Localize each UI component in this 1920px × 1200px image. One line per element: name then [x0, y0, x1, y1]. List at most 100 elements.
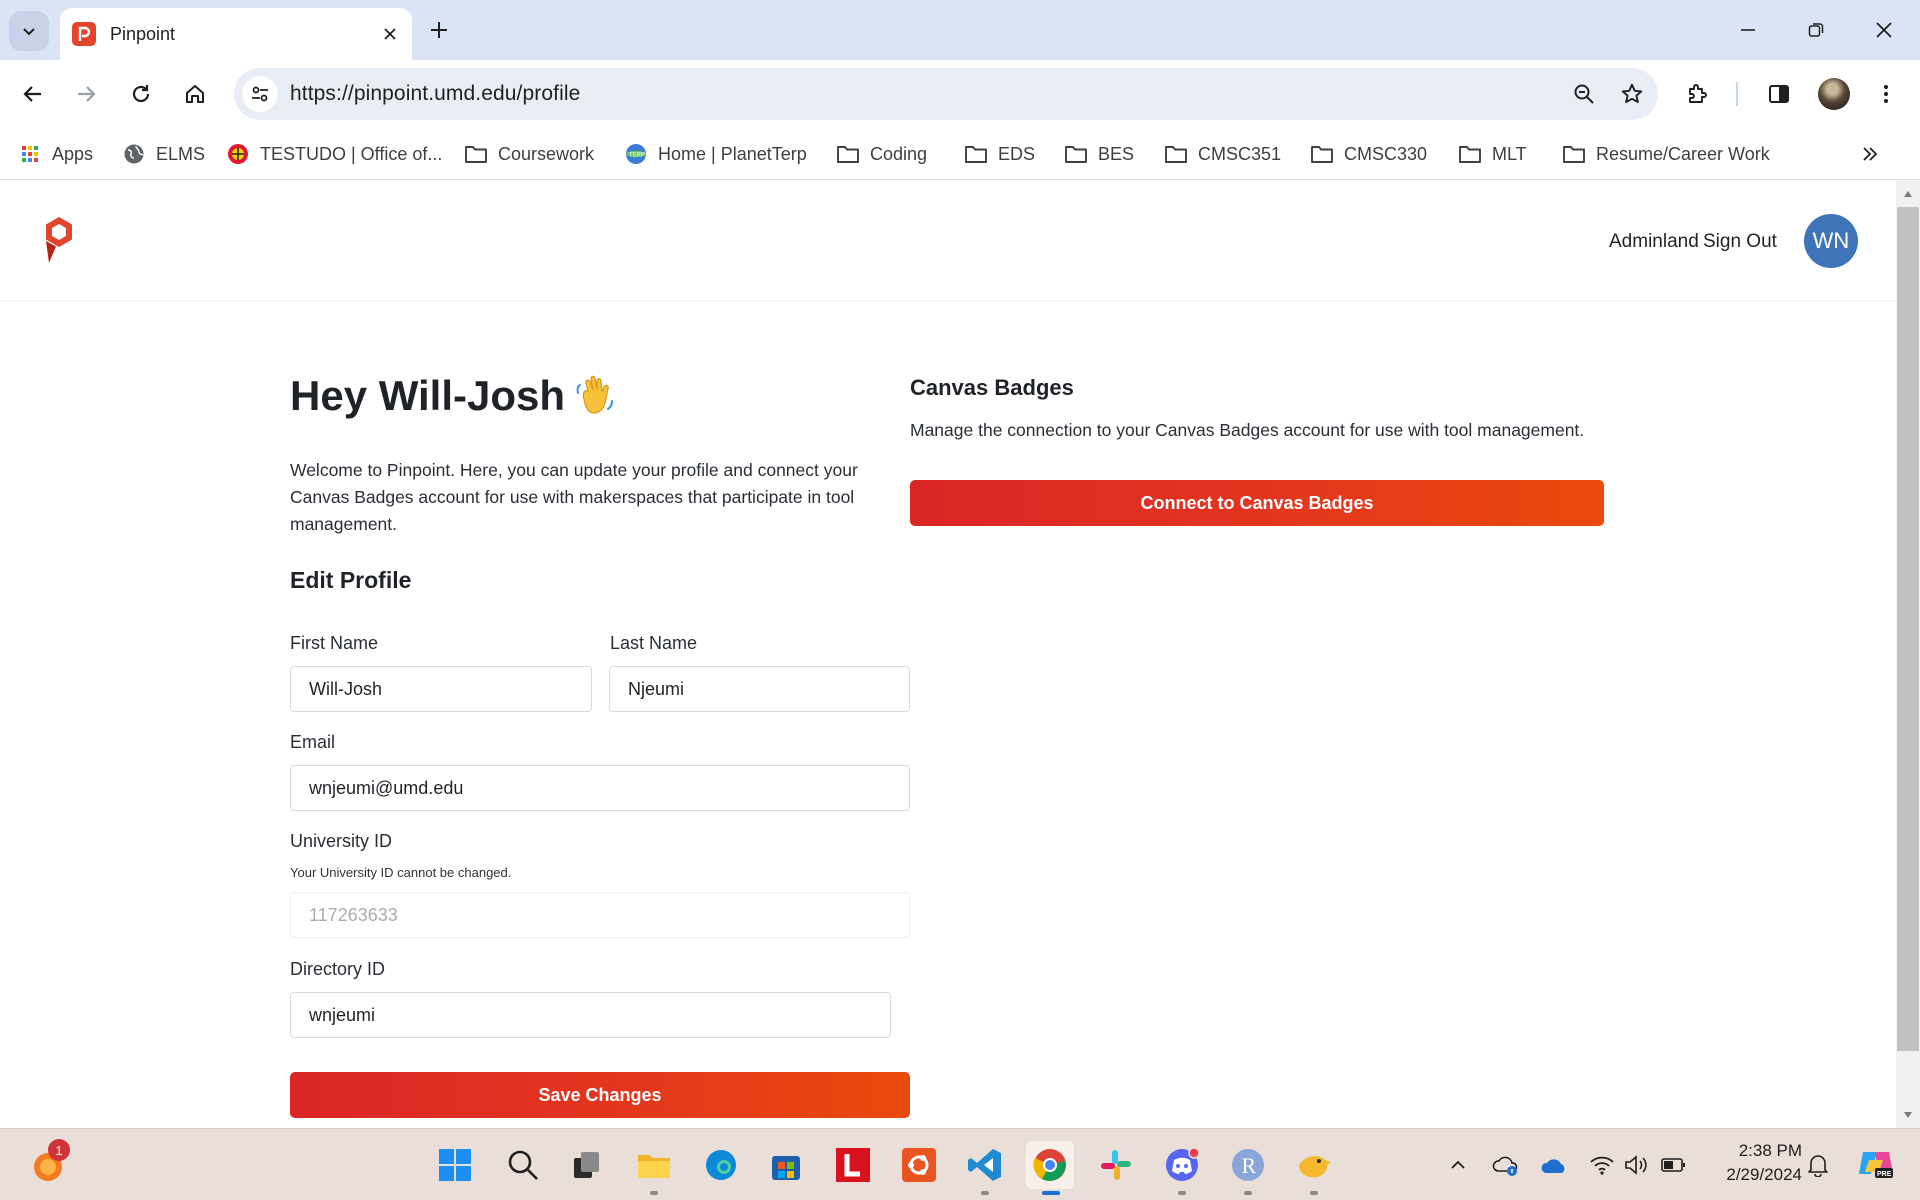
tab-close-button[interactable]: [374, 18, 406, 50]
scroll-up-arrow[interactable]: [1896, 184, 1920, 204]
show-hidden-icons-button[interactable]: [1444, 1151, 1472, 1179]
bookmark-label: Resume/Career Work: [1596, 143, 1770, 164]
task-view-icon: [574, 1152, 599, 1178]
reload-button[interactable]: [121, 74, 161, 114]
triangle-up-icon: [1904, 191, 1912, 197]
clock-time: 2:38 PM: [1738, 1141, 1802, 1160]
save-changes-button[interactable]: Save Changes: [290, 1072, 910, 1118]
bookmark-cmsc351[interactable]: CMSC351: [1164, 138, 1281, 170]
more-vert-icon: [1884, 85, 1888, 103]
directory-id-value: wnjeumi: [309, 1004, 376, 1025]
bookmark-mlt[interactable]: MLT: [1458, 138, 1527, 170]
bookmark-cmsc330[interactable]: CMSC330: [1310, 138, 1427, 170]
bookmark-star-button[interactable]: [1614, 76, 1650, 112]
start-button[interactable]: [431, 1141, 479, 1189]
browser-menu-button[interactable]: [1866, 74, 1906, 114]
r-app-button[interactable]: R: [1224, 1141, 1272, 1195]
first-name-input[interactable]: Will-Josh: [290, 666, 592, 712]
bookmark-coding[interactable]: Coding: [836, 138, 927, 170]
pinpoint-logo-icon[interactable]: [42, 215, 76, 265]
l-app-button[interactable]: [829, 1141, 877, 1189]
l-app-icon: [836, 1148, 870, 1182]
directory-id-input[interactable]: wnjeumi: [290, 992, 891, 1038]
bookmark-home-planetterp[interactable]: TERP Home | PlanetTerp: [624, 138, 807, 170]
planetterp-icon: TERP: [624, 142, 648, 166]
ubuntu-icon: [902, 1148, 936, 1182]
adminland-link[interactable]: Adminland: [1609, 231, 1699, 253]
wifi-button[interactable]: [1588, 1151, 1616, 1179]
window-close-button[interactable]: [1854, 6, 1914, 54]
search-button[interactable]: [499, 1141, 547, 1189]
running-indicator: [1310, 1191, 1318, 1195]
onedrive-info-button[interactable]: [1492, 1151, 1520, 1179]
bookmark-apps[interactable]: Apps: [18, 138, 93, 170]
onedrive-button[interactable]: [1540, 1151, 1568, 1179]
bookmark-resume-career-work[interactable]: Resume/Career Work: [1562, 138, 1770, 170]
connect-canvas-badges-button[interactable]: Connect to Canvas Badges: [910, 480, 1604, 526]
zoom-button[interactable]: [1566, 76, 1602, 112]
duck-icon: [1299, 1156, 1331, 1178]
slack-button[interactable]: [1092, 1141, 1140, 1189]
running-indicator: [650, 1191, 658, 1195]
page-viewport: Adminland Sign Out WN Hey Will-Josh Welc…: [0, 181, 1896, 1128]
vscode-button[interactable]: [961, 1141, 1009, 1195]
scrollbar-thumb[interactable]: [1897, 207, 1919, 1051]
close-icon: [384, 28, 396, 40]
page-scrollbar[interactable]: [1896, 181, 1920, 1128]
site-info-button[interactable]: [242, 76, 278, 112]
home-button[interactable]: [175, 74, 215, 114]
active-indicator: [1042, 1191, 1060, 1195]
bookmark-label: CMSC330: [1344, 143, 1428, 164]
bookmarks-overflow-button[interactable]: [1854, 138, 1886, 170]
bookmark-eds[interactable]: EDS: [964, 138, 1035, 170]
chrome-icon: [1033, 1149, 1066, 1181]
chrome-button[interactable]: [1026, 1141, 1074, 1195]
bookmark-bes[interactable]: BES: [1064, 138, 1134, 170]
user-avatar[interactable]: WN: [1804, 214, 1858, 268]
running-indicator: [1244, 1191, 1252, 1195]
email-value: wnjeumi@umd.edu: [309, 777, 464, 798]
wifi-icon: [1590, 1156, 1614, 1175]
side-panel-button[interactable]: [1759, 74, 1799, 114]
notification-app-button[interactable]: 1: [24, 1139, 72, 1189]
task-view-button[interactable]: [563, 1141, 611, 1189]
notifications-button[interactable]: [1804, 1151, 1832, 1179]
system-clock[interactable]: 2:38 PM 2/29/2024: [1700, 1139, 1802, 1187]
folder-icon: [836, 142, 860, 166]
battery-button[interactable]: [1660, 1151, 1688, 1179]
first-name-value: Will-Josh: [309, 678, 383, 699]
ubuntu-button[interactable]: [895, 1141, 943, 1189]
first-name-label: First Name: [290, 633, 379, 653]
back-button[interactable]: [13, 74, 53, 114]
active-tab[interactable]: Pinpoint: [60, 8, 412, 60]
forward-button[interactable]: [66, 74, 106, 114]
last-name-input[interactable]: Njeumi: [609, 666, 910, 712]
volume-button[interactable]: [1622, 1151, 1650, 1179]
bookmark-testudo-office-of[interactable]: TESTUDO | Office of...: [226, 138, 442, 170]
extensions-button[interactable]: [1678, 74, 1718, 114]
microsoft-store-button[interactable]: [762, 1141, 810, 1189]
scroll-down-arrow[interactable]: [1896, 1105, 1920, 1125]
edge-button[interactable]: [697, 1141, 745, 1189]
email-input[interactable]: wnjeumi@umd.edu: [290, 765, 910, 811]
bookmark-coursework[interactable]: Coursework: [464, 138, 594, 170]
address-bar[interactable]: https://pinpoint.umd.edu/profile: [234, 68, 1658, 120]
copilot-button[interactable]: PRE: [1856, 1145, 1896, 1181]
profile-avatar[interactable]: [1818, 78, 1850, 110]
notification-count-badge: 1: [48, 1139, 70, 1161]
file-explorer-button[interactable]: [630, 1141, 678, 1195]
bookmark-elms[interactable]: ELMS: [122, 138, 205, 170]
browser-toolbar: https://pinpoint.umd.edu/profile: [0, 60, 1920, 128]
bookmark-label: Apps: [52, 143, 94, 164]
tab-search-button[interactable]: [9, 11, 49, 51]
restore-button[interactable]: [1786, 6, 1846, 54]
greeting-heading: Hey Will-Josh: [290, 372, 566, 419]
discord-button[interactable]: [1158, 1141, 1206, 1195]
minimize-button[interactable]: [1718, 6, 1778, 54]
url-text[interactable]: https://pinpoint.umd.edu/profile: [290, 82, 580, 106]
sign-out-link[interactable]: Sign Out: [1703, 231, 1777, 253]
copilot-icon: PRE: [1859, 1152, 1893, 1178]
duck-app-button[interactable]: [1290, 1141, 1338, 1195]
new-tab-button[interactable]: [421, 12, 457, 48]
reload-icon: [132, 85, 150, 103]
